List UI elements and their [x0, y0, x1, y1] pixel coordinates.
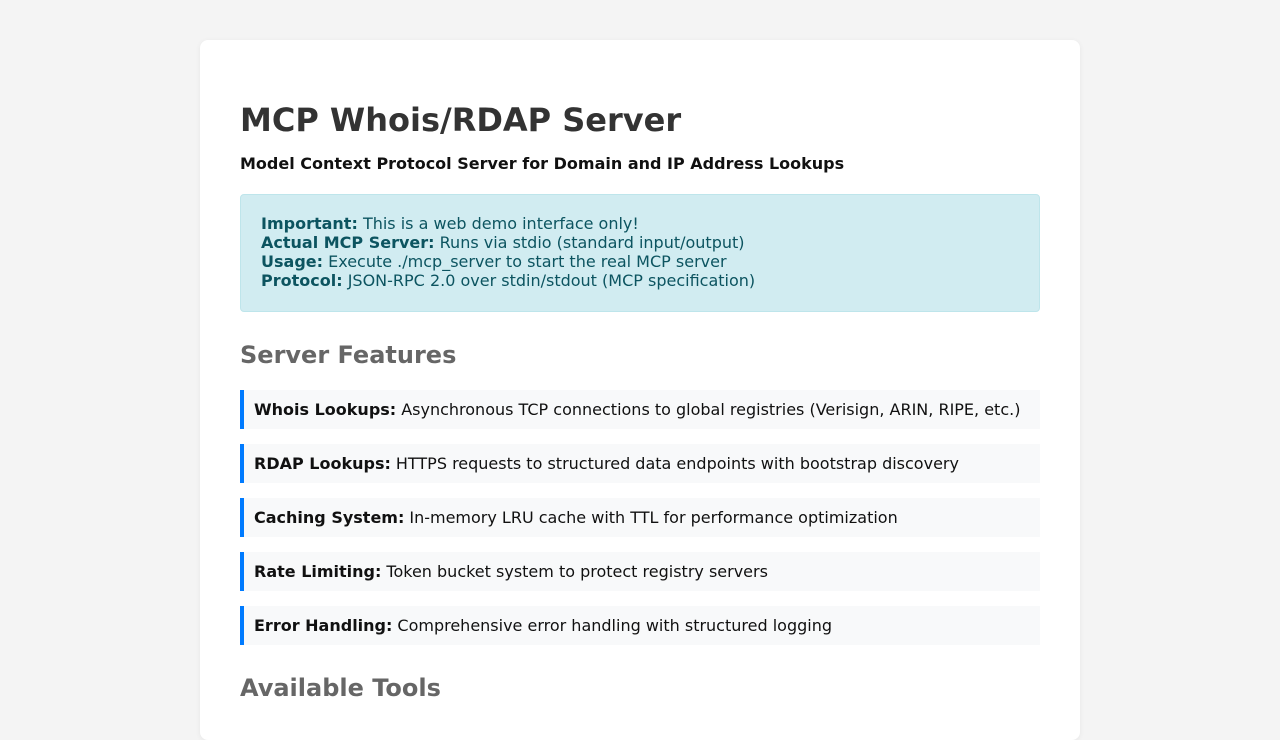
notice-line-protocol: Protocol: JSON-RPC 2.0 over stdin/stdout…: [261, 271, 1019, 290]
feature-label: Whois Lookups:: [254, 400, 397, 419]
feature-label: RDAP Lookups:: [254, 454, 391, 473]
notice-label: Usage:: [261, 252, 324, 271]
feature-item-rate-limiting: Rate Limiting: Token bucket system to pr…: [240, 552, 1040, 591]
main-card: MCP Whois/RDAP Server Model Context Prot…: [200, 40, 1080, 740]
feature-label: Error Handling:: [254, 616, 393, 635]
notice-text: Runs via stdio (standard input/output): [439, 233, 745, 252]
feature-text: Token bucket system to protect registry …: [386, 562, 768, 581]
page-title: MCP Whois/RDAP Server: [240, 101, 682, 139]
notice-text: This is a web demo interface only!: [362, 214, 639, 233]
notice-line-usage: Usage: Execute ./mcp_server to start the…: [261, 252, 1019, 271]
feature-label: Caching System:: [254, 508, 405, 527]
feature-item-caching: Caching System: In-memory LRU cache with…: [240, 498, 1040, 537]
notice-text: Execute ./mcp_server to start the real M…: [328, 252, 727, 271]
notice-label: Actual MCP Server:: [261, 233, 435, 252]
notice-label: Protocol:: [261, 271, 343, 290]
feature-item-error-handling: Error Handling: Comprehensive error hand…: [240, 606, 1040, 645]
page-subtitle: Model Context Protocol Server for Domain…: [240, 154, 845, 173]
notice-text: JSON-RPC 2.0 over stdin/stdout (MCP spec…: [347, 271, 756, 290]
feature-item-rdap: RDAP Lookups: HTTPS requests to structur…: [240, 444, 1040, 483]
notice-line-important: Important: This is a web demo interface …: [261, 214, 1019, 233]
features-heading: Server Features: [240, 341, 457, 369]
notice-line-server: Actual MCP Server: Runs via stdio (stand…: [261, 233, 1019, 252]
feature-text: Comprehensive error handling with struct…: [397, 616, 832, 635]
notice-label: Important:: [261, 214, 358, 233]
feature-list: Whois Lookups: Asynchronous TCP connecti…: [240, 390, 1040, 660]
info-notice: Important: This is a web demo interface …: [240, 194, 1040, 312]
feature-label: Rate Limiting:: [254, 562, 382, 581]
feature-text: Asynchronous TCP connections to global r…: [401, 400, 1021, 419]
feature-text: In-memory LRU cache with TTL for perform…: [409, 508, 898, 527]
feature-text: HTTPS requests to structured data endpoi…: [395, 454, 959, 473]
tools-heading: Available Tools: [240, 674, 441, 702]
feature-item-whois: Whois Lookups: Asynchronous TCP connecti…: [240, 390, 1040, 429]
